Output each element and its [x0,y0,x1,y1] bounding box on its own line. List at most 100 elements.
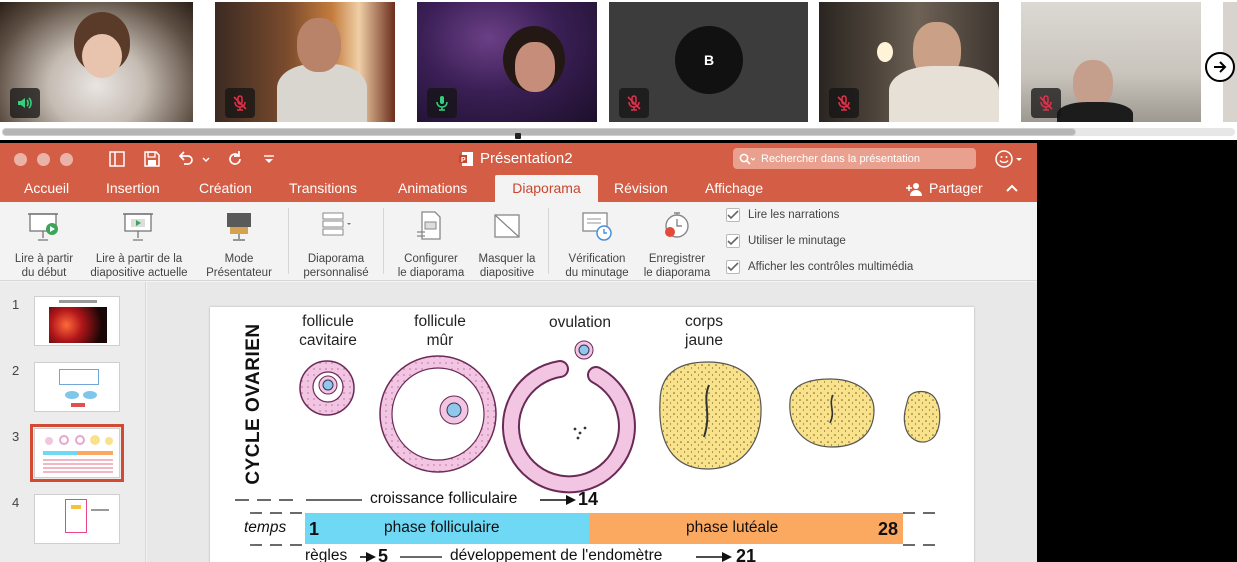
phase-luteale-label: phase lutéale [686,519,779,536]
ribbon-label: Lire à partir [14,253,74,265]
tab-diaporama[interactable]: Diaporama [495,175,598,202]
slide-thumbnail-4[interactable] [34,494,120,544]
save-icon[interactable] [143,150,161,168]
ribbon-tabs: Accueil Insertion Création Transitions A… [0,175,1037,202]
show-media-controls-checkbox[interactable]: Afficher les contrôles multimédia [726,260,913,274]
play-narrations-checkbox[interactable]: Lire les narrations [726,208,839,222]
slide-thumbnail-1[interactable] [34,296,120,346]
scrollbar-thumb[interactable] [2,128,1076,136]
ribbon-label: du minutage [565,267,629,279]
sidebar-toggle-icon[interactable] [108,150,126,168]
slide-thumbnail-3[interactable] [30,424,124,482]
checkbox-label: Lire les narrations [748,209,840,221]
current-slide[interactable]: CYCLE OVARIEN follicule cavitaire follic… [210,307,974,562]
play-from-current-button[interactable]: Lire à partir de la diapositive actuelle [82,210,196,280]
tab-animations[interactable]: Animations [398,175,467,202]
redo-icon[interactable] [226,150,244,168]
checkbox-label: Afficher les contrôles multimédia [748,261,914,273]
video-tile-3[interactable] [417,2,597,122]
ribbon-label: Vérification [568,253,626,265]
tab-revision[interactable]: Révision [614,175,668,202]
powerpoint-window: P Présentation2 Rechercher dans la prése… [0,143,1037,562]
document-title-text: Présentation2 [480,150,573,167]
presenter-mode-button[interactable]: Mode Présentateur [200,210,278,280]
share-button[interactable]: Partager [905,175,983,202]
participant-avatar: B [675,26,743,94]
configure-slideshow-button[interactable]: Configurer le diaporama [392,210,470,280]
rehearse-timings-button[interactable]: Vérification du minutage [558,210,636,280]
slide-number: 1 [12,297,20,312]
ribbon-label: Diaporama [307,253,365,265]
ribbon-label: le diaporama [397,267,465,279]
slide-number: 4 [12,495,20,510]
ribbon-label: Lire à partir de la [95,253,183,265]
hide-slide-button[interactable]: Masquer la diapositive [472,210,542,280]
undo-dropdown-icon[interactable] [201,150,211,168]
ribbon-label: Masquer la [478,253,536,265]
croissance-label: croissance folliculaire [370,490,518,507]
mic-on-icon [10,88,40,118]
video-tile-2[interactable] [215,2,395,122]
slide-number: 2 [12,363,20,378]
configure-slideshow-icon [417,211,441,240]
video-strip-scrollbar[interactable] [0,124,1237,140]
zoom-window-button[interactable] [60,153,73,166]
ribbon-label: personnalisé [303,267,369,279]
checkbox-label: Utiliser le minutage [748,235,846,247]
close-window-button[interactable] [14,153,27,166]
record-slideshow-button[interactable]: Enregistrer le diaporama [638,210,716,280]
ribbon-label: diapositive [479,267,535,279]
screen: B P Présentation2 Rechercher dans la pré… [0,0,1237,562]
slides-pane: 1 2 3 4 [0,282,146,562]
mic-muted-icon [829,88,859,118]
video-strip: B [0,0,1237,140]
mic-on-icon [427,88,457,118]
search-icon [739,153,755,165]
video-tile-1[interactable] [0,2,193,122]
search-input[interactable]: Rechercher dans la présentation [733,148,976,169]
video-tile-6[interactable] [1021,2,1201,122]
temps-label: temps [244,519,287,536]
regles-label: règles [305,547,348,562]
collapse-ribbon-icon[interactable] [1004,181,1020,195]
share-label: Partager [929,180,983,196]
video-tile-4[interactable]: B [609,2,808,122]
add-person-icon [906,182,922,196]
ribbon-label: diapositive actuelle [90,267,188,279]
ribbon-label: du début [21,267,67,279]
regles-day: 5 [378,546,389,562]
use-timings-checkbox[interactable]: Utiliser le minutage [726,234,846,248]
play-from-start-button[interactable]: Lire à partir du début [8,210,80,280]
tab-affichage[interactable]: Affichage [705,175,763,202]
tab-accueil[interactable]: Accueil [24,175,69,202]
custom-slideshow-icon [322,212,351,236]
next-arrow-icon[interactable] [1205,52,1235,82]
custom-slideshow-button[interactable]: Diaporama personnalisé [294,210,378,280]
customize-toolbar-icon[interactable] [262,150,276,168]
rehearse-timings-icon [582,212,612,241]
video-tile-5[interactable] [819,2,999,122]
endometre-day: 21 [736,546,757,562]
slide-number: 3 [12,429,20,444]
checkmark-icon [726,260,740,274]
search-placeholder: Rechercher dans la présentation [761,152,920,165]
document-title: P Présentation2 [458,150,573,167]
tab-creation[interactable]: Création [199,175,252,202]
day-start: 1 [309,519,320,539]
tab-transitions[interactable]: Transitions [289,175,357,202]
presenter-mode-icon [227,213,251,241]
tab-insertion[interactable]: Insertion [106,175,160,202]
ribbon-label: Configurer [404,253,458,265]
hide-slide-icon [494,214,520,238]
undo-icon[interactable] [177,150,195,168]
ribbon-label: Enregistrer [648,253,706,265]
slide-thumbnail-2[interactable] [34,362,120,412]
ribbon-label: le diaporama [643,267,711,279]
ribbon-diaporama: Lire à partir du début Lire à partir de … [0,202,1037,281]
play-from-start-icon [28,213,58,241]
resize-handle[interactable] [515,133,521,139]
phase-folliculaire-label: phase folliculaire [384,519,500,536]
ribbon-label: Présentateur [206,267,272,279]
feedback-smiley-icon[interactable] [994,149,1024,169]
minimize-window-button[interactable] [37,153,50,166]
